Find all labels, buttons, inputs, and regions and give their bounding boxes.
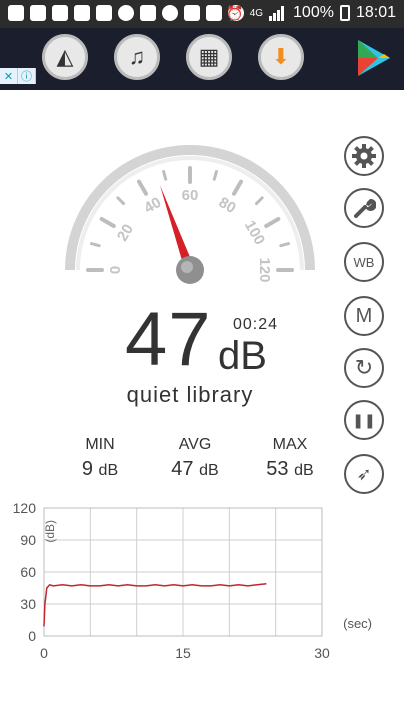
x-tick-label: 15 [175, 645, 191, 661]
gauge-tick [264, 217, 281, 228]
pause-button[interactable]: ❚❚ [344, 400, 384, 440]
weighting-button[interactable]: WB [344, 242, 384, 282]
gauge-label: 40 [141, 194, 164, 217]
reset-button[interactable]: ↻ [344, 348, 384, 388]
ad-choices[interactable]: ✕ ⓘ [0, 68, 36, 84]
stat-label: AVG [178, 436, 212, 453]
chat-icon [8, 5, 24, 21]
stat-unit: dB [294, 462, 314, 479]
mode-button[interactable]: M [344, 296, 384, 336]
y-tick-label: 60 [20, 564, 36, 580]
gauge-tick [212, 169, 218, 181]
gauge-label: 60 [182, 187, 199, 204]
x-tick-label: 30 [314, 645, 330, 661]
reset-icon: ↻ [354, 355, 374, 380]
image-icon [74, 5, 90, 21]
close-icon[interactable]: ✕ [0, 68, 18, 84]
decibel-unit: dB [218, 334, 267, 378]
stat-number: 9 [81, 458, 93, 480]
wb-icon: WB [353, 254, 375, 270]
gauge-label: 0 [107, 266, 124, 274]
clock: 18:01 [355, 4, 396, 21]
stat-label: MIN [85, 436, 115, 453]
stats-row: MIN 9 dB AVG 47 dB MAX 53 dB [60, 436, 330, 481]
gauge-label: 20 [114, 221, 137, 244]
pause-icon: ❚❚ [352, 411, 376, 428]
notification-icons [8, 5, 244, 21]
stat-value: 53 dB [250, 458, 330, 481]
stat-value: 9 dB [60, 458, 140, 481]
gauge-tick [99, 217, 116, 228]
elapsed-time: 00:24 [233, 316, 279, 333]
mail-icon [52, 5, 68, 21]
gauge-tick [162, 169, 168, 181]
app-icon [118, 5, 134, 21]
download-icon [206, 5, 222, 21]
stat-unit: dB [98, 462, 119, 479]
stat-avg: AVG 47 dB [155, 436, 235, 481]
gauge-tick [232, 179, 243, 196]
speedometer-icon[interactable]: ◭ [42, 34, 88, 80]
battery-icon [339, 5, 350, 21]
stat-unit: dB [199, 462, 219, 479]
stat-number: 53 [266, 458, 289, 480]
gauge-tick [89, 242, 101, 248]
compass-button[interactable]: ➶ [344, 454, 384, 494]
gauge-tick [116, 196, 126, 206]
compass-icon: ➶ [356, 463, 372, 484]
history-chart: 120 90 60 30 00 15 30 (dB) (sec) [13, 500, 372, 661]
info-icon[interactable]: ⓘ [18, 68, 36, 84]
image-icon [140, 5, 156, 21]
battery-percent: 100% [293, 4, 334, 21]
settings-button[interactable] [344, 136, 384, 176]
y-tick-label: 30 [20, 596, 36, 612]
download-icon[interactable]: ⬇ [258, 34, 304, 80]
stat-min: MIN 9 dB [60, 436, 140, 481]
target-icon [162, 5, 178, 21]
wrench-icon [354, 198, 376, 218]
play-store-icon[interactable] [354, 38, 394, 78]
calibration-button[interactable] [344, 188, 384, 228]
stat-value: 47 dB [155, 458, 235, 481]
download-icon [184, 5, 200, 21]
stat-number: 47 [171, 458, 194, 480]
reading-panel: 47 00:24 dB [120, 297, 320, 382]
gauge-tick [137, 179, 148, 196]
mail-icon [30, 5, 46, 21]
y-tick-label: 90 [20, 532, 36, 548]
gauge-label: 80 [216, 194, 239, 217]
gauge-label: 120 [256, 257, 273, 282]
x-tick-label: 0 [40, 645, 48, 661]
alarm-icon: ⏰ [226, 4, 244, 21]
sound-gauge: 0 2040 60 80100 120 [65, 145, 315, 284]
stat-max: MAX 53 dB [250, 436, 330, 481]
cloud-icon [96, 5, 112, 21]
gauge-tick [254, 196, 264, 206]
gauge-hub-highlight [181, 261, 193, 273]
y-tick-label: 120 [13, 500, 37, 516]
series-line [43, 582, 267, 627]
status-right: ⏰ 4G 100% 18:01 [226, 4, 396, 22]
music-note-icon[interactable]: ♫ [114, 34, 160, 80]
gauge-tick [279, 242, 291, 248]
gear-icon [352, 144, 376, 168]
decibel-value: 47 [125, 297, 212, 382]
y-tick-label: 0 [28, 628, 36, 644]
stat-label: MAX [272, 436, 308, 453]
status-bar: ⏰ 4G 100% 18:01 [0, 0, 404, 28]
gauge-label: 100 [241, 218, 268, 248]
ad-banner[interactable]: ◭ ♫ ▦ ⬇ ✕ ⓘ [0, 28, 404, 90]
noise-description: quiet library [126, 382, 254, 407]
network-type: 4G [249, 7, 264, 19]
film-icon[interactable]: ▦ [186, 34, 232, 80]
x-axis-label: (sec) [343, 616, 372, 631]
signal-icon [269, 5, 287, 21]
y-axis-label: (dB) [43, 520, 57, 543]
m-icon: M [355, 304, 373, 327]
